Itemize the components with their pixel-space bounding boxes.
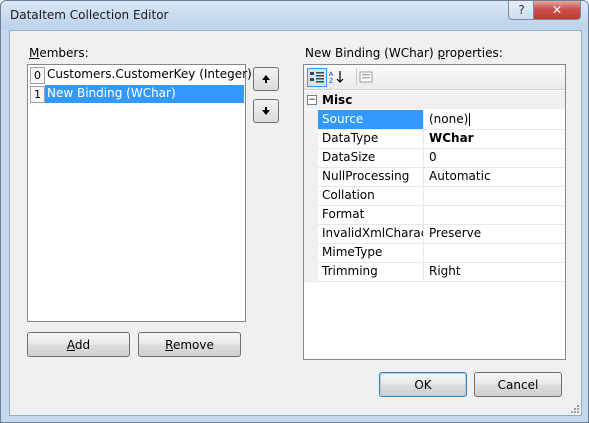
title-bar[interactable]: DataItem Collection Editor ? ✕	[1, 1, 588, 29]
property-row[interactable]: Source (none)	[304, 110, 565, 130]
dialog-window: DataItem Collection Editor ? ✕ Members: …	[0, 0, 589, 423]
property-grid-toolbar: A Z	[304, 65, 565, 90]
row-gutter	[304, 148, 318, 167]
help-icon: ?	[518, 3, 525, 17]
property-value[interactable]	[425, 243, 565, 262]
members-list[interactable]: 0 Customers.CustomerKey (Integer) 1 New …	[27, 64, 252, 322]
window-title: DataItem Collection Editor	[10, 8, 169, 22]
svg-text:A: A	[329, 71, 334, 78]
down-arrow-icon	[262, 107, 270, 115]
property-row[interactable]: InvalidXmlCharacte Preserve	[304, 224, 565, 244]
collapse-icon[interactable]: −	[307, 95, 317, 105]
row-gutter	[304, 262, 318, 281]
cancel-button-label: Cancel	[497, 377, 539, 392]
resize-grip-icon[interactable]	[570, 404, 580, 414]
property-row[interactable]: MimeType	[304, 243, 565, 263]
property-row[interactable]: NullProcessing Automatic	[304, 167, 565, 187]
ok-button-label: OK	[414, 377, 432, 392]
remove-button[interactable]: Remove	[138, 332, 241, 357]
list-item-text: Customers.CustomerKey (Integer)	[47, 67, 252, 81]
property-name: DataSize	[318, 148, 424, 167]
property-value[interactable]: Automatic	[425, 167, 565, 186]
row-gutter	[304, 205, 318, 224]
row-gutter	[304, 186, 318, 205]
property-name: NullProcessing	[318, 167, 424, 186]
property-value[interactable]: Right	[425, 262, 565, 281]
property-row[interactable]: Trimming Right	[304, 262, 565, 282]
members-label: Members:	[29, 46, 89, 60]
help-button[interactable]: ?	[508, 1, 535, 20]
property-name: DataType	[318, 129, 424, 148]
categorized-button[interactable]	[307, 68, 327, 87]
row-gutter	[304, 129, 318, 148]
property-pages-icon	[359, 71, 373, 82]
property-name: Source	[318, 110, 424, 129]
property-value-editor[interactable]: (none)	[425, 110, 565, 129]
property-name: MimeType	[318, 243, 424, 262]
property-grid[interactable]: A Z − Misc Source (none) DataType WChar …	[303, 64, 566, 360]
move-up-button[interactable]	[253, 67, 279, 91]
property-name: InvalidXmlCharacte	[318, 224, 424, 243]
property-row[interactable]: Format	[304, 205, 565, 225]
remove-button-label: Remove	[165, 337, 214, 352]
property-value[interactable]: WChar	[425, 129, 565, 148]
list-item-index: 0	[30, 67, 45, 84]
list-item[interactable]: 1 New Binding (WChar)	[29, 85, 244, 103]
property-row[interactable]: DataSize 0	[304, 148, 565, 168]
categorized-icon	[310, 71, 324, 82]
alphabetical-button[interactable]: A Z	[328, 68, 346, 85]
alphabetical-icon: A Z	[329, 70, 344, 84]
cancel-button[interactable]: Cancel	[474, 372, 562, 397]
property-row[interactable]: DataType WChar	[304, 129, 565, 149]
property-name: Trimming	[318, 262, 424, 281]
category-name: Misc	[322, 93, 353, 107]
list-item[interactable]: 0 Customers.CustomerKey (Integer)	[29, 66, 252, 84]
property-value[interactable]	[425, 205, 565, 224]
list-item-text: New Binding (WChar)	[47, 86, 176, 100]
property-name: Format	[318, 205, 424, 224]
move-down-button[interactable]	[253, 99, 279, 123]
svg-text:Z: Z	[329, 78, 333, 84]
close-icon: ✕	[551, 3, 563, 17]
row-gutter	[304, 243, 318, 262]
up-arrow-icon	[262, 75, 270, 83]
property-row[interactable]: Collation	[304, 186, 565, 206]
add-button-label: Add	[66, 337, 91, 352]
row-gutter	[304, 224, 318, 243]
ok-button[interactable]: OK	[379, 372, 467, 397]
property-name: Collation	[318, 186, 424, 205]
property-value[interactable]: Preserve	[425, 224, 565, 243]
row-gutter	[304, 167, 318, 186]
list-item-index: 1	[30, 86, 45, 103]
properties-label: New Binding (WChar) properties:	[305, 46, 503, 60]
category-misc[interactable]: − Misc	[304, 91, 565, 109]
property-value[interactable]	[425, 186, 565, 205]
close-button[interactable]: ✕	[533, 1, 581, 20]
property-pages-button[interactable]	[356, 68, 375, 85]
text-caret	[469, 113, 471, 126]
property-value[interactable]: 0	[425, 148, 565, 167]
add-button[interactable]: Add	[27, 332, 130, 357]
dialog-client-area: Members: 0 Customers.CustomerKey (Intege…	[9, 30, 582, 416]
row-gutter	[304, 110, 318, 129]
